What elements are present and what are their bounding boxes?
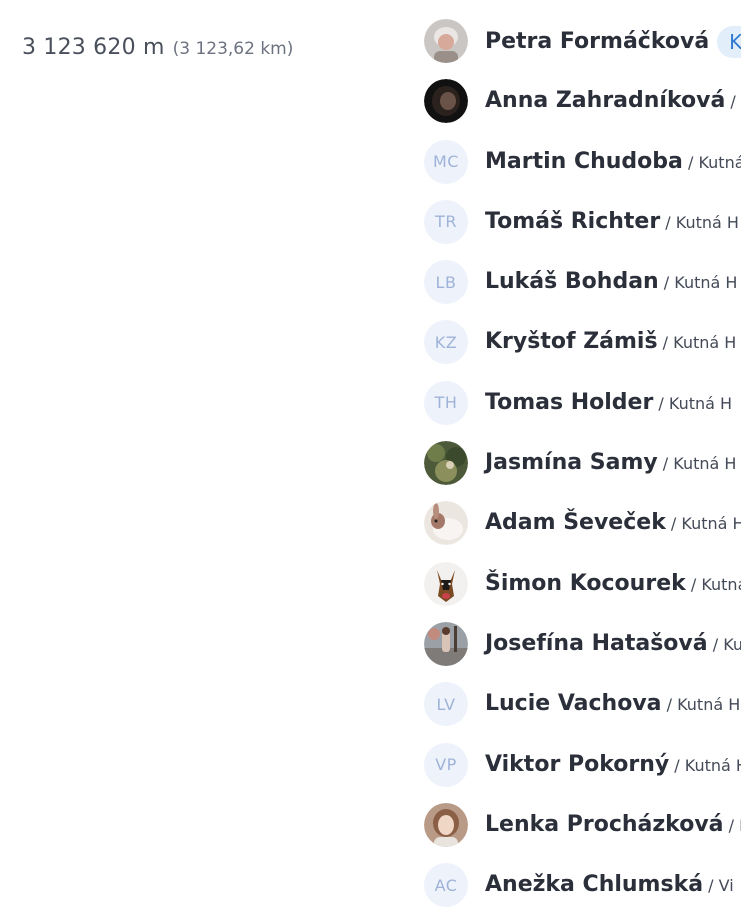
list-item[interactable]: VP Viktor Pokorný / Kutná H — [424, 742, 741, 803]
user-city: / Kutná H — [653, 393, 733, 413]
user-city: / Kutná H — [658, 273, 738, 293]
list-item[interactable]: Šimon Kocourek / Kutná — [424, 561, 741, 622]
user-text: Adam Ševeček / Kutná H — [485, 508, 741, 539]
user-city: / Ku — [707, 634, 741, 654]
user-name: Lucie Vachova — [485, 691, 662, 717]
user-city: / K — [728, 815, 741, 835]
distance-total: 3 123 620 m (3 123,62 km) — [22, 35, 293, 60]
user-name: Kryštof Zámiš — [485, 329, 658, 355]
user-text: Tomáš Richter / Kutná H — [485, 207, 739, 238]
avatar-initials: AC — [424, 863, 468, 908]
user-name: Adam Ševeček — [485, 510, 666, 536]
team-badge[interactable]: Ka — [717, 26, 741, 58]
user-name: Petra Formáčková — [485, 29, 710, 54]
user-name: Josefína Hatašová — [485, 630, 708, 656]
user-text: Josefína Hatašová / Ku — [485, 629, 741, 660]
distance-kilometers: (3 123,62 km) — [172, 39, 294, 59]
user-text: Petra Formáčková Ka — [485, 26, 741, 58]
list-item[interactable]: LB Lukáš Bohdan / Kutná H — [424, 260, 741, 320]
user-city: / Kutná H — [665, 514, 741, 534]
avatar-photo-street-icon — [424, 621, 468, 666]
user-text: Lucie Vachova / Kutná H — [485, 689, 740, 720]
list-item[interactable]: MC Martin Chudoba / Kutná — [424, 139, 741, 200]
user-name: Viktor Pokorný — [485, 751, 670, 777]
user-city: / Kutná H — [657, 333, 737, 353]
user-city: / Kutná — [690, 574, 741, 594]
avatar-photo-plant-icon — [424, 441, 468, 486]
list-item[interactable]: Adam Ševeček / Kutná H — [424, 501, 741, 561]
list-item[interactable]: Anna Zahradníková / K — [424, 79, 741, 139]
user-text: Anna Zahradníková / K — [485, 86, 741, 117]
avatar-photo-portrait-icon — [424, 802, 468, 847]
avatar-initials: LB — [424, 260, 468, 305]
list-item[interactable]: Jasmína Samy / Kutná H — [424, 441, 741, 501]
avatar-initials: LV — [424, 682, 468, 727]
user-text: Lenka Procházková / K — [485, 810, 741, 841]
avatar-photo-dark-icon — [424, 79, 468, 124]
user-city: / K — [730, 92, 741, 112]
user-city: / Kutná H — [660, 212, 739, 232]
user-city: / Kutná — [682, 152, 741, 172]
list-item[interactable]: TH Tomas Holder / Kutná H — [424, 380, 741, 441]
user-text: Martin Chudoba / Kutná — [485, 147, 741, 178]
user-city: / Kutná H — [657, 454, 737, 474]
user-list: Petra Formáčková Ka Anna Zahradníková / K… — [424, 19, 741, 923]
user-text: Šimon Kocourek / Kutná — [485, 569, 741, 600]
list-item[interactable]: KZ Kryštof Zámiš / Kutná H — [424, 320, 741, 380]
avatar-initials: TR — [424, 199, 468, 244]
user-name: Lenka Procházková — [485, 811, 724, 837]
user-name: Lukáš Bohdan — [485, 269, 659, 295]
user-name: Anna Zahradníková — [485, 88, 726, 114]
user-city: / Kutná H — [669, 755, 741, 775]
user-text: Anežka Chlumská / Vi — [485, 870, 734, 901]
avatar-photo-rabbit-icon — [424, 501, 468, 546]
distance-meters: 3 123 620 m — [22, 35, 165, 60]
list-item[interactable]: Josefína Hatašová / Ku — [424, 621, 741, 682]
list-item[interactable]: AC Anežka Chlumská / Vi — [424, 863, 741, 923]
user-name: Šimon Kocourek — [485, 570, 686, 596]
avatar-photo-dog-icon — [424, 561, 468, 606]
user-text: Kryštof Zámiš / Kutná H — [485, 327, 736, 358]
user-text: Tomas Holder / Kutná H — [485, 388, 732, 419]
avatar-initials: KZ — [424, 320, 468, 365]
user-text: Lukáš Bohdan / Kutná H — [485, 267, 737, 298]
user-name: Anežka Chlumská — [485, 872, 704, 898]
avatar-initials: TH — [424, 380, 468, 425]
user-name: Tomáš Richter — [485, 208, 661, 234]
list-item[interactable]: Petra Formáčková Ka — [424, 19, 741, 79]
user-text: Viktor Pokorný / Kutná H — [485, 750, 741, 781]
user-text: Jasmína Samy / Kutná H — [485, 448, 736, 479]
list-item[interactable]: TR Tomáš Richter / Kutná H — [424, 199, 741, 260]
avatar-photo-gray-icon — [424, 19, 468, 63]
list-item[interactable]: Lenka Procházková / K — [424, 802, 741, 863]
user-city: / Vi — [703, 876, 734, 896]
user-name: Tomas Holder — [485, 389, 654, 415]
user-city: / Kutná H — [661, 695, 741, 715]
user-name: Jasmína Samy — [485, 450, 658, 476]
user-name: Martin Chudoba — [485, 148, 683, 174]
avatar-initials: VP — [424, 742, 468, 787]
avatar-initials: MC — [424, 139, 468, 184]
list-item[interactable]: LV Lucie Vachova / Kutná H — [424, 682, 741, 742]
